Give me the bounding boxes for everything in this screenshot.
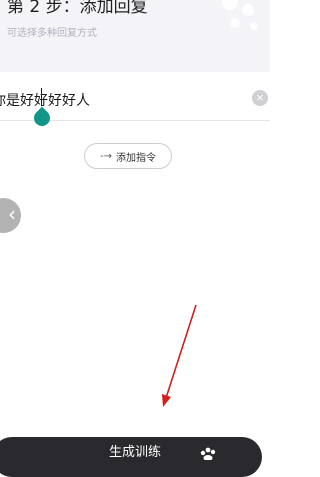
- back-button[interactable]: ‹: [0, 198, 21, 233]
- generate-training-button[interactable]: 生成训练: [0, 437, 262, 477]
- add-command-button[interactable]: -→ 添加指令: [84, 143, 172, 169]
- annotation-arrow-line: [165, 304, 197, 399]
- annotation-arrow-head: [162, 394, 171, 407]
- step-title: 第 2 步：添加回复: [7, 0, 148, 17]
- section-gap: [0, 58, 270, 72]
- chevron-left-icon: ‹: [8, 202, 16, 226]
- paw-icon: [200, 447, 216, 460]
- generate-training-label: 生成训练: [108, 445, 161, 460]
- clear-icon[interactable]: ×: [252, 90, 268, 106]
- arrow-right-icon: -→: [100, 150, 112, 162]
- step-header: 第 2 步：添加回复 可选择多种回复方式: [0, 0, 270, 58]
- add-command-label: 添加指令: [116, 152, 156, 164]
- text-cursor: [41, 88, 42, 106]
- step-subtitle: 可选择多种回复方式: [7, 28, 97, 39]
- header-decoration: [212, 0, 264, 58]
- reply-text-input[interactable]: 你是好好好好人: [0, 90, 90, 110]
